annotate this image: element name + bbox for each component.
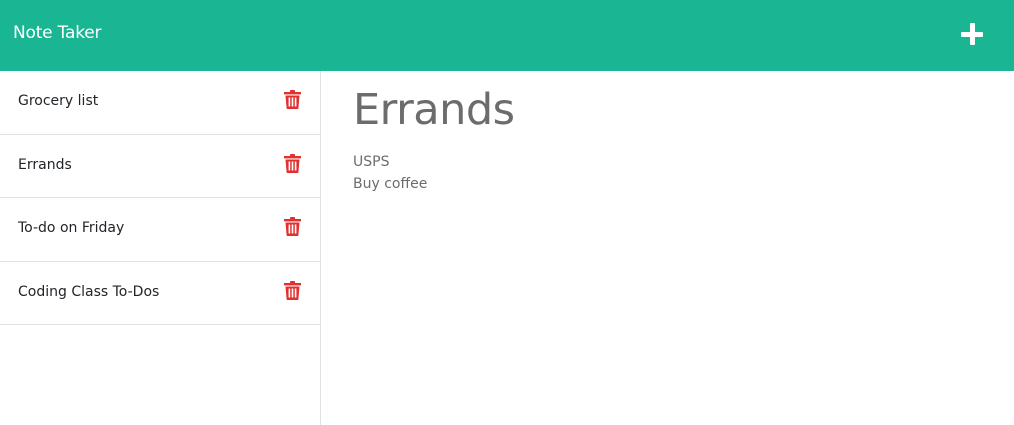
- list-item[interactable]: To-do on Friday: [0, 198, 320, 262]
- list-item[interactable]: Errands: [0, 135, 320, 198]
- note-title-label: Errands: [18, 156, 72, 173]
- note-textarea[interactable]: USPS Buy coffee: [353, 151, 427, 195]
- note-title-label: To-do on Friday: [18, 220, 125, 236]
- navbar: Note Taker: [0, 0, 1014, 71]
- trash-icon[interactable]: [284, 153, 301, 173]
- notes-list: Grocery list Errands To-do on Friday Cod…: [0, 71, 320, 325]
- note-title-input[interactable]: Errands: [353, 85, 515, 135]
- trash-icon[interactable]: [284, 280, 301, 300]
- trash-icon[interactable]: [284, 90, 301, 109]
- plus-icon-vertical-bar: [970, 23, 975, 45]
- app-brand[interactable]: Note Taker: [13, 23, 102, 43]
- new-note-plus-icon[interactable]: [959, 21, 986, 48]
- list-item[interactable]: Grocery list: [0, 71, 320, 135]
- note-text-line: Buy coffee: [353, 176, 428, 192]
- note-text-line: USPS: [353, 154, 390, 170]
- note-title-label: Grocery list: [18, 93, 99, 109]
- trash-icon[interactable]: [284, 217, 301, 236]
- note-editor: Errands USPS Buy coffee: [321, 71, 1014, 425]
- note-title-label: Coding Class To-Dos: [18, 283, 160, 300]
- list-item[interactable]: Coding Class To-Dos: [0, 262, 320, 325]
- notes-sidebar: Grocery list Errands To-do on Friday Cod…: [0, 71, 321, 425]
